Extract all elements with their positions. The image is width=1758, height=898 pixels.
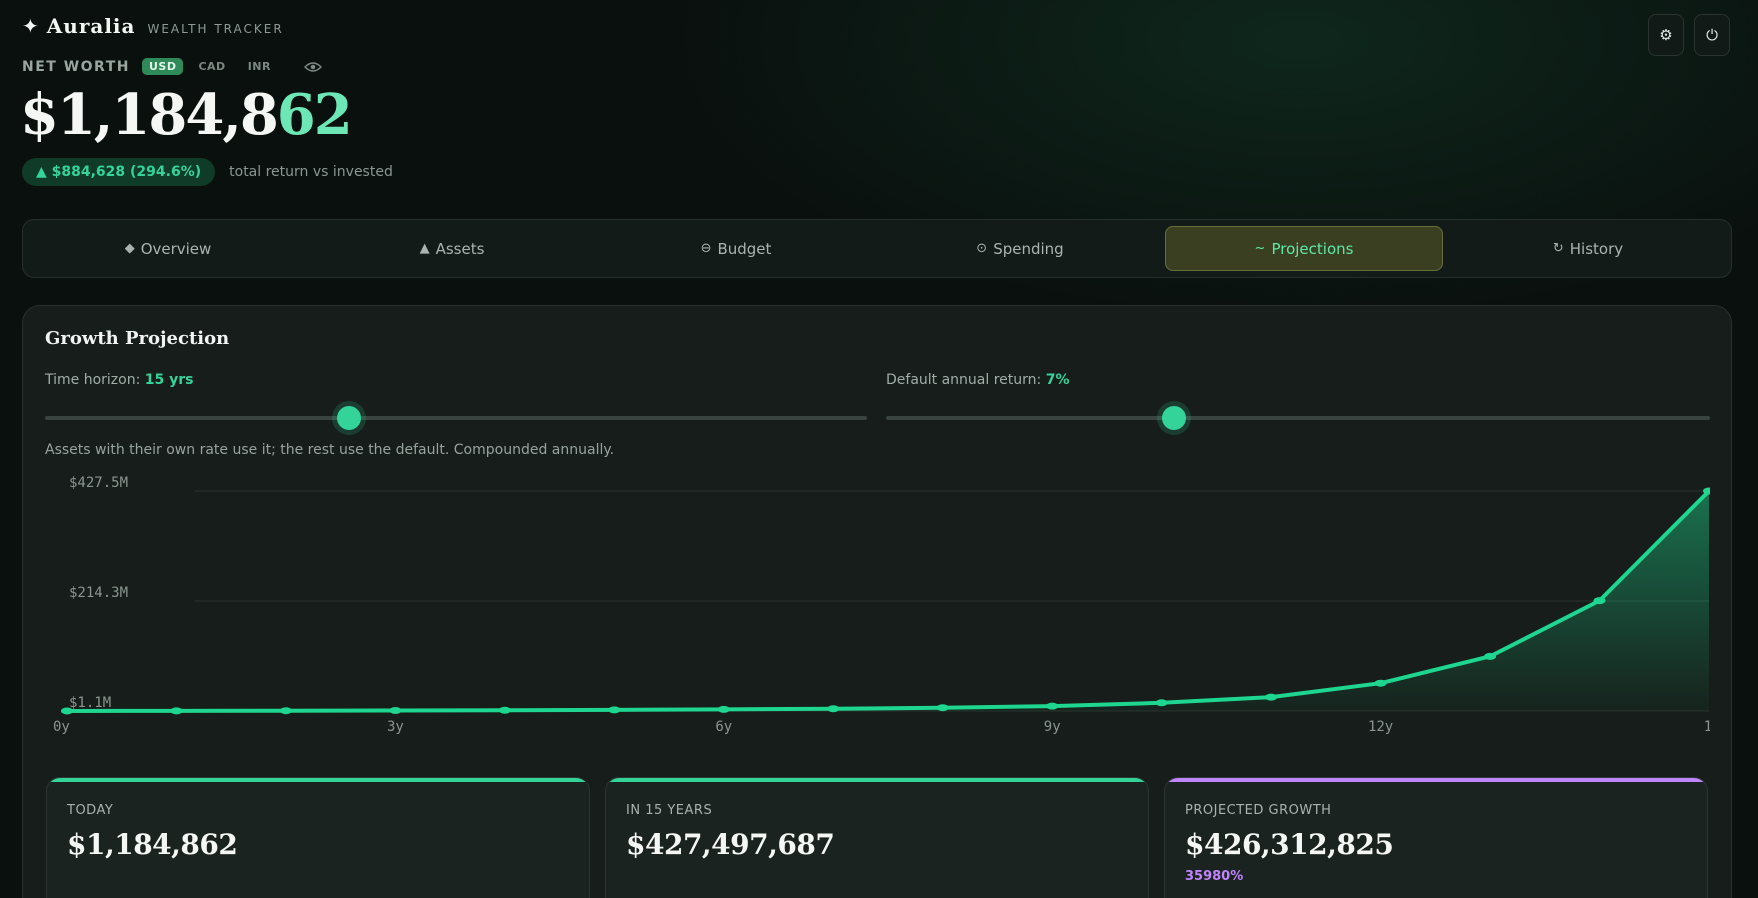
stat-projected-growth: PROJECTED GROWTH $426,312,825 35980% [1164, 777, 1708, 898]
settings-button[interactable]: ⚙ [1648, 14, 1684, 56]
tab-assets[interactable]: ▲ Assets [313, 226, 591, 271]
refresh-icon: ↻ [1552, 241, 1564, 256]
stat-accent-bar [47, 778, 589, 782]
stat-value: $427,497,687 [626, 828, 835, 861]
net-worth-value-tail: 62 [276, 82, 353, 148]
chart-point [1374, 679, 1387, 687]
currency-usd[interactable]: USD [141, 58, 184, 75]
annual-return-value: 7% [1045, 372, 1070, 388]
chart-y-tick-label: $214.3M [69, 585, 128, 601]
net-worth-value: $1,184,862 [20, 82, 353, 148]
chart-x-tick-label: 15y [1704, 719, 1710, 735]
top-actions: ⚙ ⏻ [1648, 14, 1730, 56]
stat-in-15-years: IN 15 YEARS $427,497,687 [605, 777, 1149, 898]
tab-projections[interactable]: ~ Projections [1165, 226, 1443, 271]
chart-point [498, 706, 511, 714]
tab-label: Budget [717, 239, 772, 258]
brand-name: Auralia [46, 14, 136, 38]
chart-point [279, 707, 292, 715]
annual-return-slider[interactable] [886, 406, 1710, 430]
card-title: Growth Projection [45, 328, 230, 349]
chart-x-tick-label: 3y [387, 719, 404, 735]
chart-point [936, 704, 949, 712]
time-horizon-slider-thumb[interactable] [337, 406, 362, 430]
triangle-icon: ▲ [419, 241, 430, 256]
eye-icon[interactable] [303, 61, 322, 73]
chart-point [170, 707, 183, 715]
trend-icon: ~ [1254, 241, 1266, 256]
tab-spending[interactable]: ⊙ Spending [881, 226, 1159, 271]
annual-return-slider-thumb[interactable] [1162, 406, 1187, 430]
stat-value: $1,184,862 [67, 828, 238, 861]
chart-point [827, 705, 840, 713]
stat-label: IN 15 YEARS [626, 803, 713, 818]
power-button[interactable]: ⏻ [1694, 14, 1730, 56]
chart-point [717, 705, 730, 713]
chart-point [1046, 702, 1059, 710]
diamond-icon: ◆ [124, 241, 135, 256]
tab-label: Overview [140, 239, 212, 258]
chart-y-tick-label: $427.5M [69, 475, 128, 491]
spending-icon: ⊙ [976, 241, 988, 256]
annual-return-label: Default annual return: 7% [886, 372, 1070, 388]
time-horizon-slider[interactable] [45, 406, 867, 430]
chart-point [389, 706, 402, 714]
tab-label: Spending [993, 239, 1064, 258]
chart-point [1155, 699, 1168, 707]
sparkle-icon: ✦ [22, 14, 39, 38]
currency-cad[interactable]: CAD [191, 58, 232, 75]
time-horizon-label: Time horizon: 15 yrs [45, 372, 194, 388]
tab-budget[interactable]: ⊖ Budget [597, 226, 875, 271]
gear-icon: ⚙ [1659, 26, 1673, 44]
stat-accent-bar [1165, 778, 1707, 782]
projection-chart: $427.5M $214.3M $1.1M 0y 3y 6y 9y 12y 15y [53, 475, 1710, 735]
stat-today: TODAY $1,184,862 [46, 777, 590, 898]
growth-projection-card: Growth Projection Time horizon: 15 yrs D… [22, 305, 1732, 898]
total-return-badge: ▲ $884,628 (294.6%) [22, 158, 216, 186]
currency-inr[interactable]: INR [241, 58, 278, 75]
tab-label: Projections [1271, 239, 1354, 258]
power-icon: ⏻ [1706, 26, 1718, 44]
brand-subtitle: WEALTH TRACKER [147, 22, 284, 36]
stat-label: PROJECTED GROWTH [1185, 803, 1332, 818]
return-row: ▲ $884,628 (294.6%) total return vs inve… [22, 158, 393, 186]
tab-history[interactable]: ↻ History [1449, 226, 1727, 271]
net-worth-label: NET WORTH [22, 58, 130, 75]
stat-growth-percent: 35980% [1185, 869, 1244, 884]
budget-icon: ⊖ [700, 241, 712, 256]
stat-accent-bar [606, 778, 1148, 782]
chart-x-tick-label: 6y [715, 719, 732, 735]
chart-point [1593, 597, 1606, 605]
tab-label: History [1569, 239, 1624, 258]
chart-point [608, 706, 621, 714]
net-worth-value-main: $1,184,8 [20, 82, 279, 148]
chart-point [61, 707, 73, 715]
chart-point [1265, 693, 1278, 701]
chart-x-tick-label: 0y [53, 719, 70, 735]
chart-point [1484, 652, 1497, 660]
main-tabs: ◆ Overview ▲ Assets ⊖ Budget ⊙ Spending … [22, 219, 1732, 278]
chart-y-tick-label: $1.1M [69, 695, 111, 711]
projection-note: Assets with their own rate use it; the r… [45, 442, 615, 458]
stat-label: TODAY [67, 803, 114, 818]
chart-x-tick-label: 12y [1368, 719, 1393, 735]
tab-overview[interactable]: ◆ Overview [29, 226, 307, 271]
tab-label: Assets [435, 239, 485, 258]
chart-x-tick-label: 9y [1044, 719, 1061, 735]
net-worth-header: NET WORTH USD CAD INR [22, 58, 322, 75]
time-horizon-value: 15 yrs [144, 372, 194, 388]
total-return-caption: total return vs invested [229, 164, 393, 180]
brand: ✦ Auralia WEALTH TRACKER [22, 14, 284, 38]
stat-value: $426,312,825 [1185, 828, 1394, 861]
